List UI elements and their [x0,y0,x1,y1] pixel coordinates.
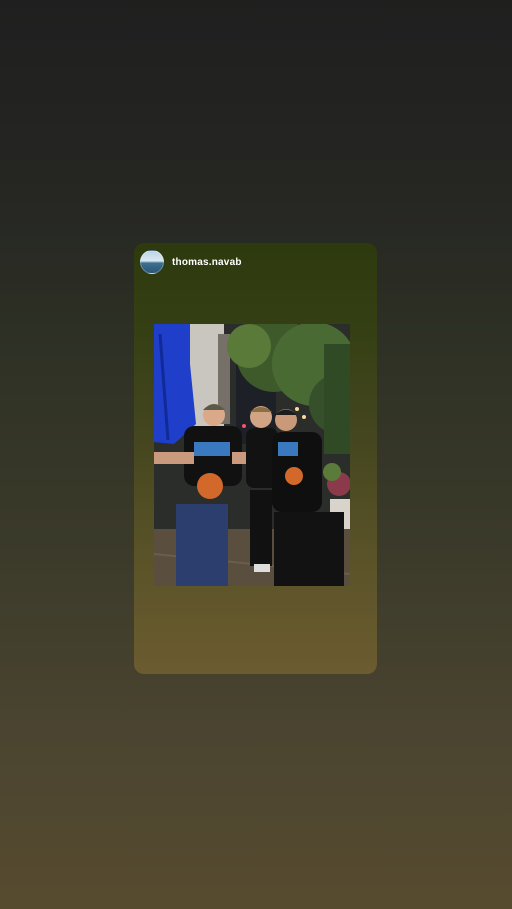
profile-avatar[interactable] [140,250,164,274]
username[interactable]: thomas.navab [172,257,242,268]
story-header[interactable]: thomas.navab [140,250,242,274]
story-photo [154,324,350,586]
story-card[interactable]: thomas.navab [134,243,377,674]
group-photo-image [154,324,350,586]
